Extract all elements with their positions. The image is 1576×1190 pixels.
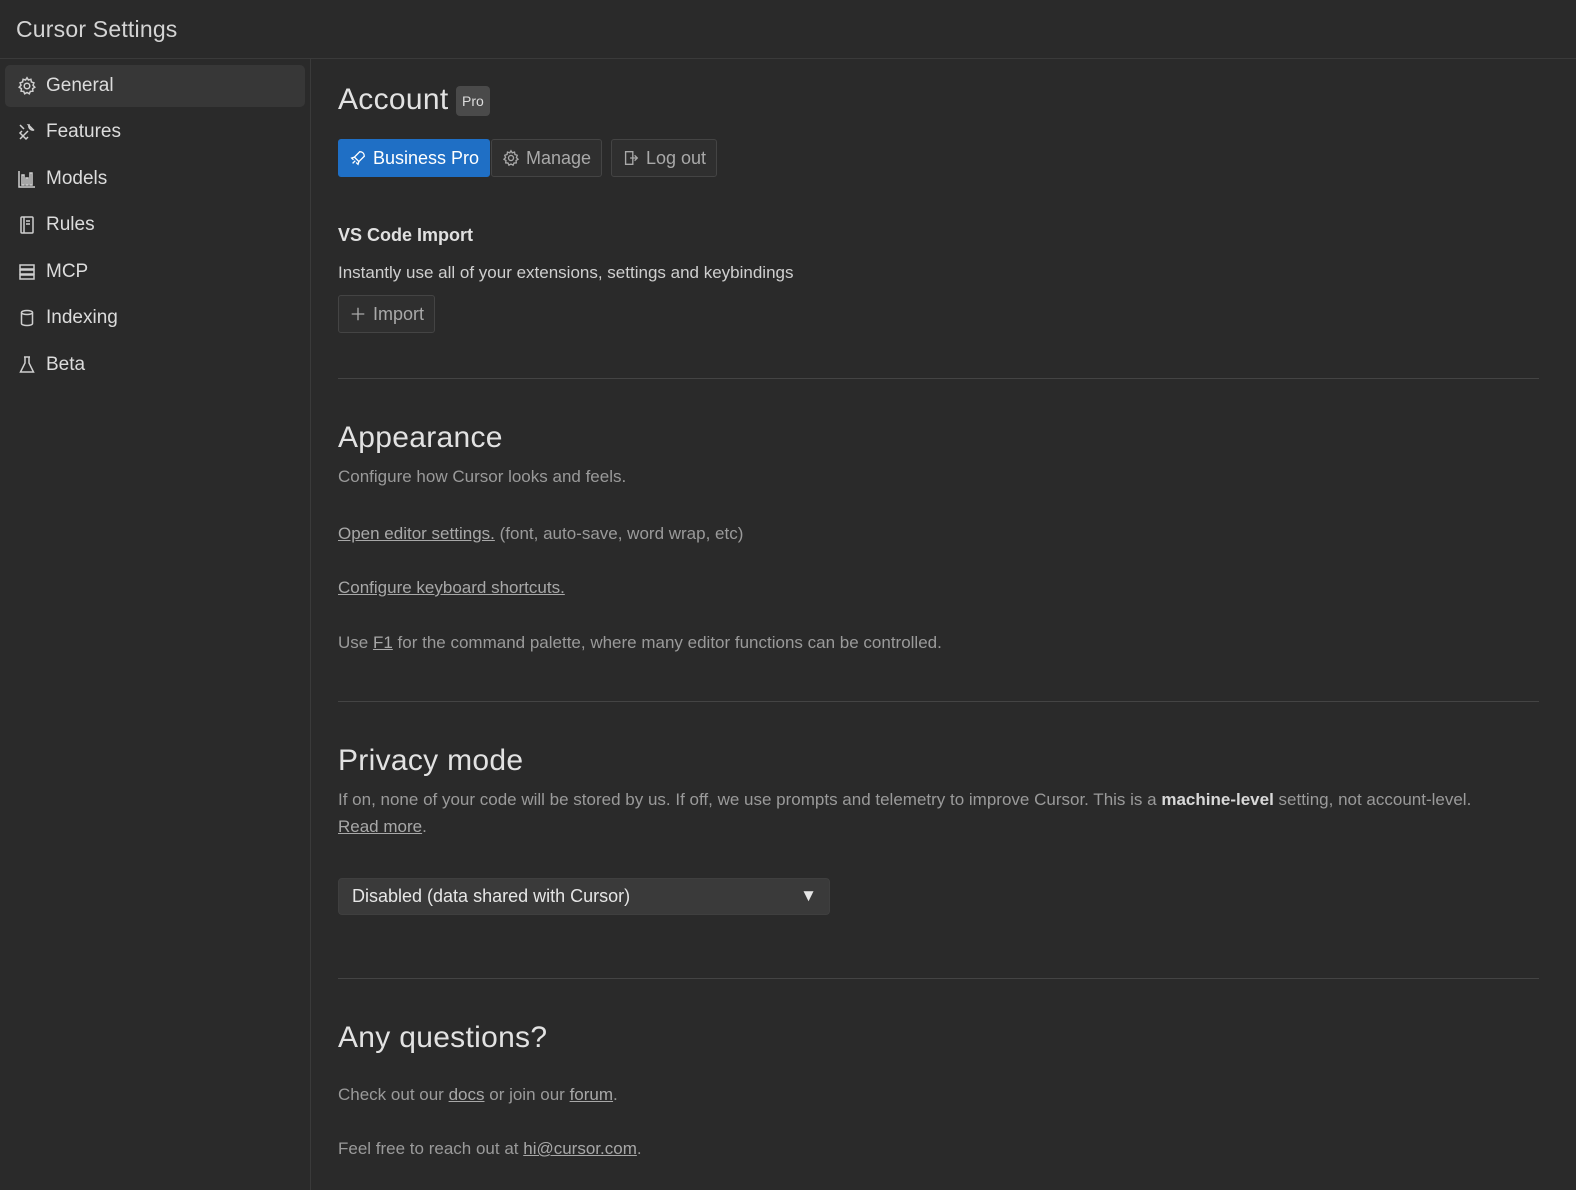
open-editor-settings-link[interactable]: Open editor settings. <box>338 524 495 543</box>
settings-content: Account Pro Business Pro Manage Log out … <box>312 59 1576 1190</box>
vscode-import-heading: VS Code Import <box>338 225 474 245</box>
configure-keyboard-shortcuts-link[interactable]: Configure keyboard shortcuts. <box>338 578 565 597</box>
email-link[interactable]: hi@cursor.com <box>523 1139 637 1158</box>
line1-prefix: Check out our <box>338 1085 444 1104</box>
privacy-mode-value: Disabled (data shared with Cursor) <box>352 886 631 906</box>
sidebar-item-label: Indexing <box>46 307 118 328</box>
sidebar-item-rules[interactable]: Rules <box>5 204 305 246</box>
contact-line: Feel free to reach out at hi@cursor.com. <box>338 1139 642 1159</box>
sidebar-item-models[interactable]: Models <box>5 158 305 200</box>
command-palette-line: Use F1 for the command palette, where ma… <box>338 633 942 653</box>
sidebar-item-label: Features <box>46 121 121 142</box>
read-more-line: Read more. <box>338 817 427 837</box>
divider <box>338 978 1539 979</box>
sidebar-item-label: Models <box>46 168 108 189</box>
book-icon <box>17 215 37 235</box>
database-icon <box>17 308 37 328</box>
privacy-heading: Privacy mode <box>338 744 524 777</box>
privacy-description-start: If on, none of your code will be stored … <box>338 790 1157 809</box>
divider <box>338 378 1539 379</box>
sidebar: General Features Models Rules MCP Indexi… <box>0 59 311 1190</box>
sidebar-item-indexing[interactable]: Indexing <box>5 297 305 339</box>
privacy-description: If on, none of your code will be stored … <box>338 790 1471 810</box>
import-button[interactable]: Import <box>338 295 436 333</box>
logout-button[interactable]: Log out <box>611 139 718 177</box>
manage-label: Manage <box>526 147 592 168</box>
logout-icon <box>624 151 639 165</box>
line2-prefix: Feel free to reach out at <box>338 1139 519 1158</box>
editor-settings-line: Open editor settings. (font, auto-save, … <box>338 524 743 544</box>
sidebar-item-label: Beta <box>46 354 86 375</box>
privacy-description-end: setting, not account-level. <box>1278 790 1472 809</box>
sidebar-item-beta[interactable]: Beta <box>5 344 305 386</box>
server-icon <box>17 262 37 282</box>
palette-prefix: Use <box>338 633 369 652</box>
line1-mid: or join our <box>489 1085 565 1104</box>
manage-button[interactable]: Manage <box>491 139 603 177</box>
docs-forum-line: Check out our docs or join our forum. <box>338 1085 618 1105</box>
business-pro-label: Business Pro <box>373 147 480 168</box>
divider <box>338 701 1539 702</box>
rocket-icon <box>350 151 365 166</box>
keyboard-shortcuts-line: Configure keyboard shortcuts. <box>338 578 565 598</box>
title-bar: Cursor Settings <box>0 0 1576 59</box>
bar-chart-icon <box>17 169 37 189</box>
sidebar-item-general[interactable]: General <box>5 65 305 107</box>
sidebar-item-features[interactable]: Features <box>5 111 305 153</box>
window-title: Cursor Settings <box>16 16 178 42</box>
tools-icon <box>17 122 37 142</box>
docs-link[interactable]: docs <box>449 1085 485 1104</box>
privacy-description-bold: machine-level <box>1161 790 1274 809</box>
line1-suffix: . <box>613 1085 618 1104</box>
sidebar-item-label: Rules <box>46 214 95 235</box>
vscode-import-description: Instantly use all of your extensions, se… <box>338 263 794 282</box>
sidebar-item-label: General <box>46 75 114 96</box>
palette-suffix: for the command palette, where many edit… <box>397 633 942 652</box>
account-heading: Account <box>338 83 449 116</box>
appearance-heading: Appearance <box>338 421 503 454</box>
gear-icon <box>502 149 520 167</box>
appearance-description: Configure how Cursor looks and feels. <box>338 467 627 486</box>
plus-icon <box>351 307 365 321</box>
flask-icon <box>17 355 37 375</box>
import-label: Import <box>373 303 425 324</box>
editor-settings-hint: (font, auto-save, word wrap, etc) <box>499 524 744 543</box>
privacy-mode-select[interactable]: Disabled (data shared with Cursor) ▼ <box>338 878 830 915</box>
logout-label: Log out <box>646 147 707 168</box>
forum-link[interactable]: forum <box>570 1085 613 1104</box>
gear-icon <box>17 76 37 96</box>
business-pro-button[interactable]: Business Pro <box>338 139 491 177</box>
dropdown-caret-icon: ▼ <box>800 886 817 905</box>
read-more-suffix: . <box>422 817 427 836</box>
f1-key-link[interactable]: F1 <box>373 633 393 652</box>
read-more-link[interactable]: Read more <box>338 817 422 836</box>
pro-badge: Pro <box>456 86 490 116</box>
questions-heading: Any questions? <box>338 1021 548 1054</box>
line2-suffix: . <box>636 1139 642 1158</box>
sidebar-item-mcp[interactable]: MCP <box>5 251 305 293</box>
sidebar-item-label: MCP <box>46 261 89 282</box>
